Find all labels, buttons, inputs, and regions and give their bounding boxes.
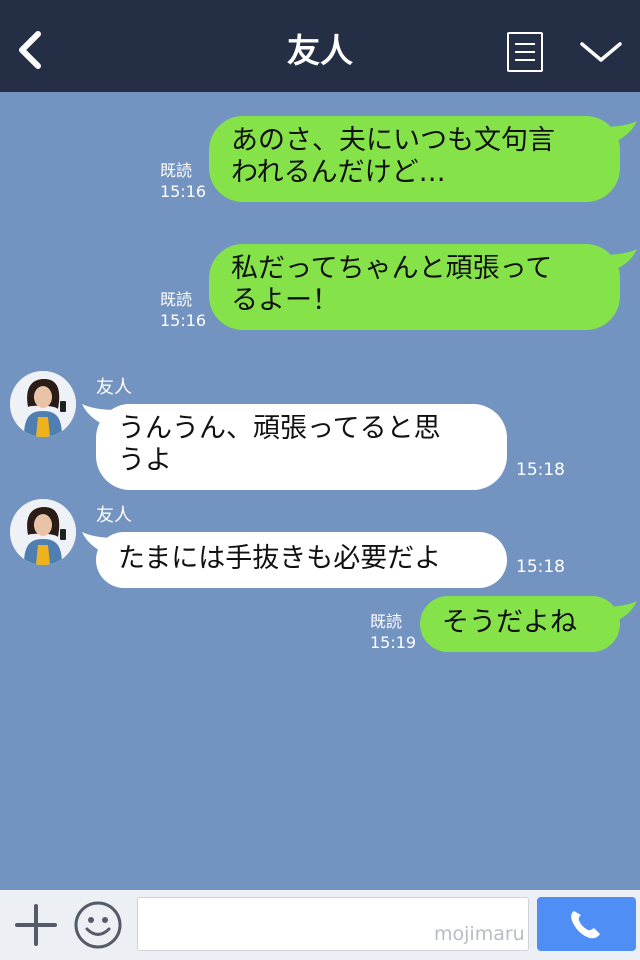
call-button[interactable] bbox=[537, 897, 636, 951]
received-message-bubble[interactable]: たまには手抜きも必要だよ bbox=[96, 532, 507, 588]
chat-title: 友人 bbox=[287, 31, 353, 70]
message-text-line: たまには手抜きも必要だよ bbox=[118, 543, 442, 574]
phone-icon bbox=[571, 911, 600, 939]
message-text-line: 私だってちゃんと頑張って bbox=[231, 253, 553, 284]
friend-avatar[interactable] bbox=[10, 499, 76, 565]
sent-message-bubble[interactable]: そうだよね bbox=[420, 596, 620, 652]
plus-icon[interactable] bbox=[14, 904, 58, 946]
read-receipt: 既読 bbox=[370, 612, 403, 631]
message-text-line: るよー！ bbox=[231, 285, 339, 316]
message-time: 15:16 bbox=[160, 311, 207, 330]
read-receipt: 既読 bbox=[160, 161, 193, 180]
note-icon[interactable] bbox=[507, 32, 543, 72]
bubble-tail bbox=[602, 601, 637, 623]
message-time: 15:18 bbox=[516, 557, 565, 577]
back-chevron-icon[interactable] bbox=[12, 28, 48, 72]
message-meta: 既読 15:16 bbox=[160, 289, 206, 331]
message-time: 15:18 bbox=[516, 460, 565, 480]
chevron-down-icon[interactable] bbox=[578, 36, 624, 66]
sent-message-bubble[interactable]: 私だってちゃんと頑張って るよー！ bbox=[209, 244, 620, 330]
sent-message-bubble[interactable]: あのさ、夫にいつも文句言 われるんだけど… bbox=[209, 116, 620, 202]
message-text-line: そうだよね bbox=[442, 607, 577, 638]
message-time: 15:16 bbox=[160, 182, 207, 201]
message-text-line: あのさ、夫にいつも文句言 bbox=[231, 125, 555, 156]
friend-avatar[interactable] bbox=[10, 371, 76, 437]
header-bar: 友人 bbox=[0, 0, 640, 92]
message-text-line: われるんだけど… bbox=[231, 157, 446, 188]
sender-name: 友人 bbox=[96, 377, 132, 398]
message-text-line: うよ bbox=[118, 445, 172, 476]
watermark-text: mojimaru bbox=[434, 923, 525, 945]
received-message-bubble[interactable]: うんうん、頑張ってると思 うよ bbox=[96, 404, 507, 490]
message-meta: 既読 15:16 bbox=[160, 160, 206, 202]
read-receipt: 既読 bbox=[160, 290, 193, 309]
bubble-tail bbox=[602, 121, 637, 143]
sender-name: 友人 bbox=[96, 505, 132, 526]
message-meta: 既読 15:19 bbox=[370, 611, 416, 653]
smiley-icon[interactable] bbox=[73, 900, 123, 950]
message-time: 15:19 bbox=[370, 633, 417, 652]
message-text-line: うんうん、頑張ってると思 bbox=[118, 413, 441, 444]
bubble-tail bbox=[602, 249, 637, 271]
